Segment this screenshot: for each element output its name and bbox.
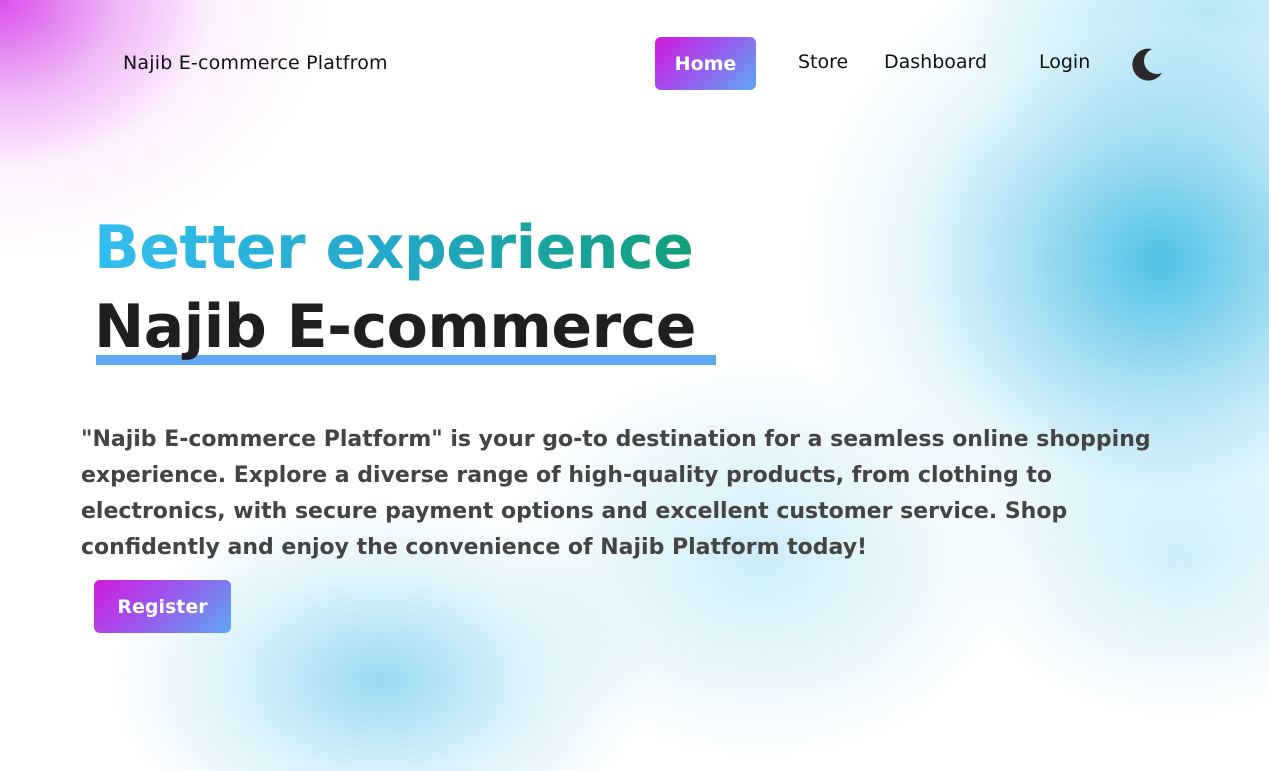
hero-headline-secondary-wrap: Najib E-commerce	[94, 287, 716, 367]
hero-description: "Najib E-commerce Platform" is your go-t…	[81, 427, 1151, 560]
nav-login-link[interactable]: Login	[1039, 51, 1090, 73]
moon-icon[interactable]	[1130, 47, 1164, 81]
hero-headline-secondary: Najib E-commerce	[94, 292, 696, 362]
brand-name[interactable]: Najib E-commerce Platfrom	[123, 52, 388, 74]
register-button[interactable]: Register	[94, 580, 231, 633]
nav-store-link[interactable]: Store	[798, 51, 848, 73]
nav-home-button[interactable]: Home	[655, 37, 756, 90]
nav-dashboard-link[interactable]: Dashboard	[884, 51, 987, 73]
page-background	[0, 0, 1269, 771]
hero-headline-primary: Better experience	[94, 208, 694, 288]
